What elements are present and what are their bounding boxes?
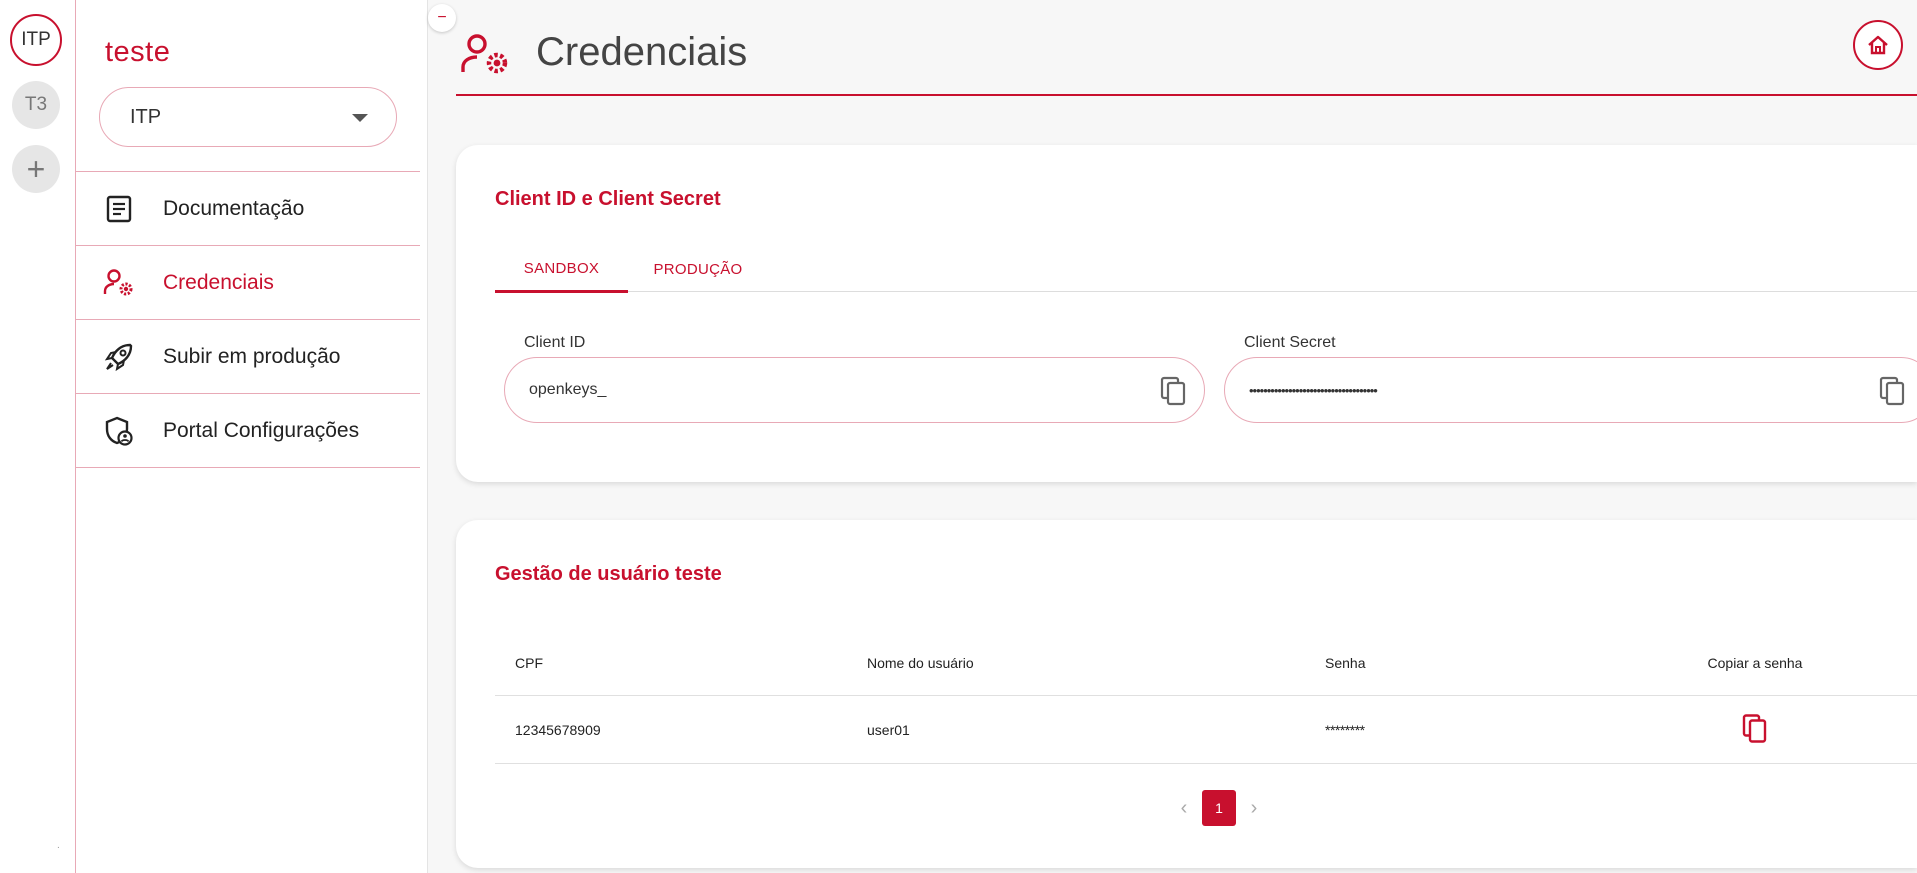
main-content: Credenciais Client ID e Client Secret SA… <box>456 0 1917 873</box>
sidebar-item-label: Documentação <box>163 196 305 220</box>
page-header: Credenciais <box>456 0 1917 96</box>
cell-cpf: 12345678909 <box>515 721 601 738</box>
sidebar-item-label: Credenciais <box>163 270 274 294</box>
copy-client-secret-icon[interactable] <box>1878 376 1906 406</box>
table-row: 12345678909 user01 ******** <box>495 696 1917 764</box>
sidebar-item-label: Subir em produção <box>163 344 341 368</box>
sidebar-item-subir-em-producao[interactable]: Subir em produção <box>76 320 420 394</box>
document-icon <box>102 192 136 226</box>
client-id-field[interactable]: openkeys_ <box>504 357 1205 423</box>
previous-page-icon[interactable]: ‹ <box>1166 790 1202 826</box>
credentials-card: Client ID e Client Secret SANDBOX PRODUÇ… <box>456 145 1917 482</box>
caret-down-icon <box>352 114 368 122</box>
pagination: ‹ 1 › <box>1166 790 1272 826</box>
column-header-copiar: Copiar a senha <box>1707 654 1803 671</box>
sidebar-item-label: Portal Configurações <box>163 418 360 442</box>
client-secret-value: •••••••••••••••••••••••••••••••••••• <box>1249 382 1378 398</box>
cell-nome: user01 <box>867 721 910 738</box>
page-number-current[interactable]: 1 <box>1202 790 1236 826</box>
tab-sandbox[interactable]: SANDBOX <box>495 246 628 293</box>
sidebar-item-documentacao[interactable]: Documentação <box>76 172 420 246</box>
sidebar-nav: Documentação Credenciais Subir em produç… <box>76 171 420 468</box>
workspace-t3-button[interactable]: T3 <box>12 81 60 129</box>
test-users-card: Gestão de usuário teste CPF Nome do usuá… <box>456 520 1917 868</box>
user-gear-icon <box>102 266 136 300</box>
add-workspace-button[interactable]: + <box>12 145 60 193</box>
table-header: CPF Nome do usuário Senha Copiar a senha <box>495 630 1917 696</box>
copy-icon <box>1742 713 1767 743</box>
workspace-select-value: ITP <box>130 105 162 128</box>
app-root: ITP T3 + . teste ITP Documentação Creden… <box>0 0 1917 873</box>
shield-user-icon <box>102 414 136 448</box>
client-id-value: openkeys_ <box>529 381 607 398</box>
sidebar-item-credenciais[interactable]: Credenciais <box>76 246 420 320</box>
test-users-title: Gestão de usuário teste <box>495 563 722 585</box>
sidebar: teste ITP Documentação Credenciais Subir… <box>76 0 428 873</box>
workspace-title: teste <box>105 36 171 68</box>
column-header-cpf: CPF <box>515 654 543 671</box>
environment-tabs: SANDBOX PRODUÇÃO <box>495 246 1917 293</box>
next-page-icon[interactable]: › <box>1236 790 1272 826</box>
workspace-rail: ITP T3 + . <box>0 0 76 873</box>
credentials-title: Client ID e Client Secret <box>495 188 721 210</box>
page-title: Credenciais <box>536 30 748 74</box>
workspace-itp-button[interactable]: ITP <box>10 14 62 66</box>
client-secret-field[interactable]: •••••••••••••••••••••••••••••••••••• <box>1224 357 1917 423</box>
rocket-icon <box>102 340 136 374</box>
user-gear-icon <box>461 34 508 74</box>
copy-password-button[interactable] <box>1690 713 1820 746</box>
column-header-senha: Senha <box>1325 654 1366 671</box>
home-button[interactable] <box>1853 20 1903 70</box>
home-icon <box>1868 35 1888 55</box>
users-table: CPF Nome do usuário Senha Copiar a senha… <box>495 630 1917 764</box>
client-secret-label: Client Secret <box>1244 334 1336 351</box>
rail-dot: . <box>57 840 60 851</box>
client-id-label: Client ID <box>524 334 586 351</box>
sidebar-item-portal-configuracoes[interactable]: Portal Configurações <box>76 394 420 468</box>
collapse-sidebar-button[interactable]: − <box>428 4 456 32</box>
tab-producao[interactable]: PRODUÇÃO <box>628 246 768 292</box>
copy-client-id-icon[interactable] <box>1159 376 1187 406</box>
cell-senha: ******** <box>1325 721 1365 738</box>
column-header-nome: Nome do usuário <box>867 654 974 671</box>
workspace-select[interactable]: ITP <box>99 87 397 147</box>
